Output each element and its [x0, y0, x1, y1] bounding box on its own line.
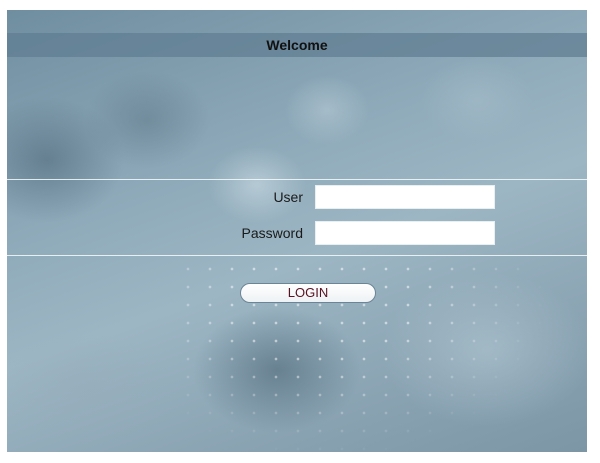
- user-input[interactable]: [315, 185, 495, 209]
- divider-bottom: [7, 255, 587, 256]
- password-label: Password: [241, 225, 303, 241]
- page-title: Welcome: [266, 37, 328, 53]
- divider-top: [7, 179, 587, 180]
- password-input[interactable]: [315, 221, 495, 245]
- login-panel: Welcome User Password LOGIN: [7, 10, 587, 452]
- header-bar: Welcome: [7, 33, 587, 57]
- user-label: User: [273, 189, 303, 205]
- background-dot-pattern: [177, 260, 587, 452]
- login-button[interactable]: LOGIN: [240, 283, 376, 303]
